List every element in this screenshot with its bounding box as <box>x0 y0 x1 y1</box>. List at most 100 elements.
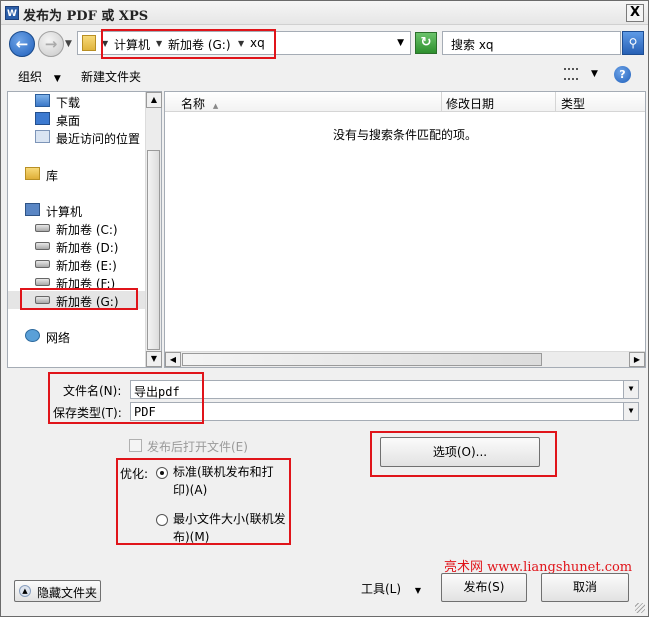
breadcrumb-drive-g[interactable]: 新加卷 (G:) <box>168 36 231 53</box>
drive-icon <box>35 242 50 250</box>
organize-menu[interactable]: 组织 ▼ <box>18 68 61 85</box>
views-dropdown-icon[interactable]: ▼ <box>591 69 598 79</box>
address-bar[interactable]: ▼ 计算机 ▼ 新加卷 (G:) ▼ xq ▼ <box>77 31 411 55</box>
help-icon[interactable]: ? <box>614 66 631 83</box>
scroll-down-icon[interactable]: ▼ <box>146 351 162 367</box>
option-minimum-label[interactable]: 最小文件大小(联机发布)(M) <box>173 510 288 546</box>
nav-label: 下载 <box>56 96 81 110</box>
nav-item-drive-e[interactable]: 新加卷 (E:) <box>8 255 146 273</box>
drive-icon <box>35 278 50 286</box>
nav-label: 新加卷 (C:) <box>56 223 118 237</box>
filetype-select[interactable]: PDF ▼ <box>130 402 639 421</box>
nav-label: 最近访问的位置 <box>56 132 141 146</box>
search-icon[interactable]: ⚲ <box>622 31 644 55</box>
nav-label: 新加卷 (G:) <box>56 295 119 309</box>
nav-label: 网络 <box>46 331 71 345</box>
nav-item-drive-c[interactable]: 新加卷 (C:) <box>8 219 146 237</box>
nav-label: 新加卷 (D:) <box>56 241 119 255</box>
hide-folders-label: 隐藏文件夹 <box>37 586 98 600</box>
nav-item-network[interactable]: 网络 <box>8 327 146 345</box>
breadcrumb-xq[interactable]: xq <box>250 36 265 50</box>
new-folder-button[interactable]: 新建文件夹 <box>81 68 141 85</box>
chevron-down-icon[interactable]: ▼ <box>623 381 638 398</box>
scroll-thumb[interactable] <box>182 353 542 366</box>
chevron-down-icon: ▼ <box>414 586 422 595</box>
chevron-down-icon: ▼ <box>53 74 61 84</box>
radio-minimum[interactable] <box>156 514 168 526</box>
nav-item-drive-g[interactable]: 新加卷 (G:) <box>8 291 146 309</box>
filename-label: 文件名(N): <box>63 384 122 398</box>
nav-scrollbar[interactable]: ▲ ▼ <box>145 92 162 367</box>
chevron-right-icon[interactable]: ▼ <box>238 39 244 48</box>
publish-button[interactable]: 发布(S) <box>441 573 527 602</box>
nav-label: 新加卷 (E:) <box>56 259 117 273</box>
system-drive-icon <box>35 224 50 232</box>
libraries-icon <box>25 167 40 180</box>
nav-item-recent[interactable]: 最近访问的位置 <box>8 128 146 146</box>
downloads-folder-icon <box>35 94 50 107</box>
option-standard-label[interactable]: 标准(联机发布和打印)(A) <box>173 463 283 499</box>
breadcrumb-computer[interactable]: 计算机 <box>114 36 150 53</box>
back-arrow-icon[interactable]: ← <box>9 31 35 57</box>
column-name[interactable]: 名称 ▲ <box>165 92 442 112</box>
tools-menu[interactable]: 工具(L) ▼ <box>361 580 421 597</box>
filename-field[interactable]: 导出pdf ▼ <box>130 380 639 399</box>
chevron-right-icon[interactable]: ▼ <box>156 39 162 48</box>
sort-up-icon: ▲ <box>212 102 219 110</box>
forward-arrow-icon[interactable]: → <box>38 31 64 57</box>
computer-icon <box>25 203 40 216</box>
scroll-right-icon[interactable]: ▶ <box>629 352 645 367</box>
open-after-publish-checkbox[interactable] <box>129 439 142 452</box>
nav-item-downloads[interactable]: 下载 <box>8 92 146 110</box>
options-button[interactable]: 选项(O)... <box>380 437 540 467</box>
cancel-button[interactable]: 取消 <box>541 573 629 602</box>
navigation-pane: 下载 桌面 最近访问的位置 库 计算机 新加卷 (C:) 新加卷 (D:) 新加… <box>7 91 162 368</box>
toolbar: 组织 ▼ 新建文件夹 <box>1 63 648 89</box>
scroll-up-icon[interactable]: ▲ <box>146 92 162 108</box>
filetype-label: 保存类型(T): <box>53 406 122 420</box>
recent-places-icon <box>35 130 50 143</box>
refresh-icon[interactable]: ↻ <box>415 32 437 54</box>
nav-item-computer[interactable]: 计算机 <box>8 201 146 219</box>
views-icon[interactable] <box>564 68 578 80</box>
nav-item-desktop[interactable]: 桌面 <box>8 110 146 128</box>
tools-label: 工具(L) <box>361 582 402 596</box>
radio-standard[interactable] <box>156 467 168 479</box>
resize-grip[interactable] <box>635 603 645 613</box>
word-app-icon: W <box>5 6 19 20</box>
chevron-down-icon[interactable]: ▼ <box>623 403 638 420</box>
nav-label: 新加卷 (F:) <box>56 277 116 291</box>
column-date[interactable]: 修改日期 <box>442 92 556 112</box>
window-title: 发布为 PDF 或 XPS <box>23 9 149 24</box>
publish-dialog: W 发布为 PDF 或 XPS X ← → ▼ ▼ 计算机 ▼ 新加卷 (G:)… <box>0 0 649 617</box>
open-after-publish-label: 发布后打开文件(E) <box>147 440 248 454</box>
drive-icon <box>35 260 50 268</box>
nav-item-drive-d[interactable]: 新加卷 (D:) <box>8 237 146 255</box>
scroll-left-icon[interactable]: ◀ <box>165 352 181 367</box>
chevron-up-icon: ▲ <box>19 585 31 597</box>
hide-folders-button[interactable]: ▲ 隐藏文件夹 <box>14 580 101 602</box>
recent-pages-dropdown-icon[interactable]: ▼ <box>65 39 72 49</box>
search-input[interactable]: 搜索 xq <box>442 31 621 55</box>
nav-label: 计算机 <box>46 205 83 219</box>
address-dropdown-icon[interactable]: ▼ <box>397 38 404 48</box>
chevron-right-icon[interactable]: ▼ <box>102 39 108 48</box>
empty-message: 没有与搜索条件匹配的项。 <box>332 128 477 142</box>
optimize-label: 优化: <box>120 467 149 481</box>
column-type[interactable]: 类型 <box>556 92 645 112</box>
filetype-value: PDF <box>134 405 156 419</box>
filename-value: 导出pdf <box>134 385 180 399</box>
nav-item-drive-f[interactable]: 新加卷 (F:) <box>8 273 146 291</box>
organize-label: 组织 <box>18 70 43 84</box>
list-scrollbar[interactable]: ◀ ▶ <box>165 351 645 367</box>
drive-icon <box>35 296 50 304</box>
title-bar: W 发布为 PDF 或 XPS X <box>1 1 648 25</box>
folder-icon <box>82 35 96 51</box>
nav-label: 库 <box>46 169 59 183</box>
scroll-thumb[interactable] <box>147 150 160 350</box>
nav-label: 桌面 <box>56 114 81 128</box>
desktop-icon <box>35 112 50 125</box>
close-button[interactable]: X <box>626 4 644 22</box>
nav-item-libraries[interactable]: 库 <box>8 165 146 183</box>
network-icon <box>25 329 40 342</box>
